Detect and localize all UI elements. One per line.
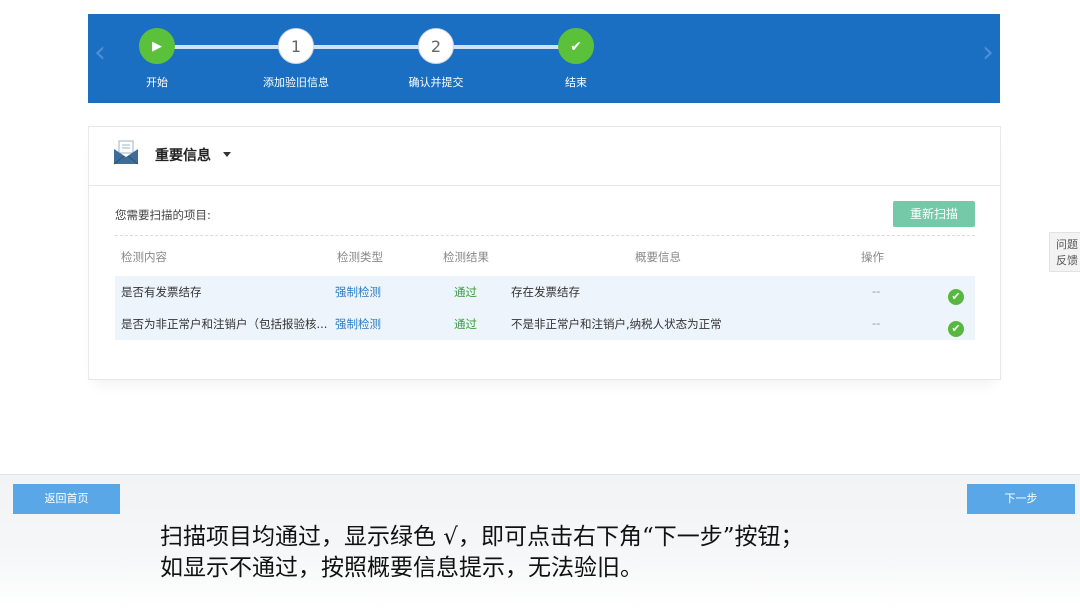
check-circle-icon: ✔ xyxy=(948,321,964,337)
check-circle-icon: ✔ xyxy=(948,289,964,305)
envelope-icon xyxy=(113,140,139,165)
check-icon: ✔ xyxy=(558,28,594,64)
important-info-panel: 重要信息 您需要扫描的项目: 重新扫描 检测内容 检测类型 检测结果 概要信息 … xyxy=(88,126,1001,380)
row-content: 是否为非正常户和注销户（包括报验核... xyxy=(121,317,328,331)
row-ops: -- xyxy=(872,316,881,330)
column-header: 操作 xyxy=(861,250,884,264)
step-confirm-submit: 2 确认并提交 xyxy=(376,28,496,90)
caret-down-icon[interactable] xyxy=(223,152,231,157)
instruction-caption: 扫描项目均通过，显示绿色 √，即可点击右下角“下一步”按钮； 如显示不通过，按照… xyxy=(160,522,980,584)
step-start: ▶ 开始 xyxy=(97,28,217,90)
feedback-label: 问题 xyxy=(1056,238,1078,251)
step-number: 2 xyxy=(418,28,454,64)
rescan-button[interactable]: 重新扫描 xyxy=(893,201,975,227)
next-step-button[interactable]: 下一步 xyxy=(967,484,1075,514)
step-end: ✔ 结束 xyxy=(516,28,636,90)
back-home-button[interactable]: 返回首页 xyxy=(13,484,120,514)
table-header: 检测内容 检测类型 检测结果 概要信息 操作 xyxy=(115,245,975,269)
panel-header[interactable]: 重要信息 xyxy=(89,127,1000,186)
step-add-info: 1 添加验旧信息 xyxy=(236,28,356,90)
table-row[interactable]: 是否为非正常户和注销户（包括报验核... 强制检测 通过 不是非正常户和注销户,… xyxy=(115,308,975,340)
scan-items-label: 您需要扫描的项目: xyxy=(115,208,211,222)
step-label: 添加验旧信息 xyxy=(263,76,329,89)
step-label: 确认并提交 xyxy=(408,76,464,89)
column-header: 概要信息 xyxy=(635,250,681,264)
divider xyxy=(115,235,975,236)
row-result: 通过 xyxy=(454,317,477,331)
caption-line: 如显示不通过，按照概要信息提示，无法验旧。 xyxy=(160,555,643,581)
row-result: 通过 xyxy=(454,285,477,299)
row-type: 强制检测 xyxy=(335,317,381,331)
step-label: 结束 xyxy=(565,76,587,89)
row-summary: 存在发票结存 xyxy=(511,285,580,299)
step-number: 1 xyxy=(278,28,314,64)
step-wizard-banner: ‹ › ▶ 开始 1 添加验旧信息 2 确认并提交 ✔ 结束 xyxy=(88,14,1000,103)
column-header: 检测结果 xyxy=(443,250,489,264)
feedback-label: 反馈 xyxy=(1056,254,1078,267)
row-type: 强制检测 xyxy=(335,285,381,299)
row-summary: 不是非正常户和注销户,纳税人状态为正常 xyxy=(511,317,722,331)
play-icon: ▶ xyxy=(139,28,175,64)
caption-line: 扫描项目均通过，显示绿色 √，即可点击右下角“下一步”按钮； xyxy=(160,524,804,550)
table-row[interactable]: 是否有发票结存 强制检测 通过 存在发票结存 -- ✔ xyxy=(115,276,975,308)
step-label: 开始 xyxy=(146,76,168,89)
column-header: 检测类型 xyxy=(337,250,383,264)
chevron-right-icon[interactable]: › xyxy=(982,38,994,68)
feedback-tab[interactable]: 问题 反馈 xyxy=(1049,232,1080,272)
row-content: 是否有发票结存 xyxy=(121,285,202,299)
panel-title: 重要信息 xyxy=(155,148,211,164)
column-header: 检测内容 xyxy=(121,250,167,264)
row-ops: -- xyxy=(872,284,881,298)
